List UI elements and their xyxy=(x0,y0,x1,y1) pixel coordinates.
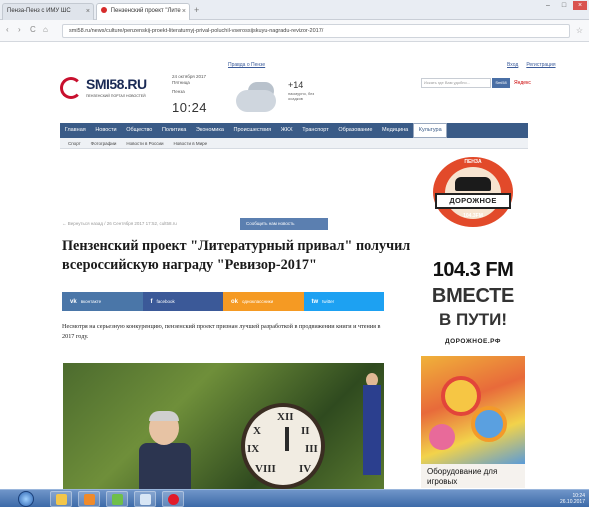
twitter-icon: tw xyxy=(311,299,319,305)
submenu-item-photos[interactable]: Фотографии xyxy=(91,141,127,146)
share-vk-button[interactable]: vk вконтакте xyxy=(62,292,143,311)
submenu-item-russia[interactable]: Новости в России xyxy=(126,141,173,146)
share-label: одноклассники xyxy=(242,299,274,304)
forward-icon[interactable]: › xyxy=(18,25,21,34)
favicon-icon xyxy=(101,7,107,14)
radio-frequency: 104.3 FM xyxy=(432,259,514,281)
window-controls: – □ × xyxy=(541,1,587,10)
media-taskbar-icon[interactable] xyxy=(78,491,100,507)
car-icon xyxy=(455,177,491,191)
share-label: facebook xyxy=(156,299,175,304)
register-link[interactable]: Регистрация xyxy=(526,62,555,68)
minimize-icon[interactable]: – xyxy=(541,1,555,10)
tab-title: Пенза-Пенз с ИМУ ШС xyxy=(7,8,71,14)
browser-tab[interactable]: Пенза-Пенз с ИМУ ШС × xyxy=(2,3,94,20)
login-link[interactable]: Вход xyxy=(507,62,518,68)
odnoklassniki-icon: ok xyxy=(231,299,239,305)
menu-item-society[interactable]: Общество xyxy=(121,123,157,138)
close-tab-icon[interactable]: × xyxy=(86,4,90,19)
equipment-ad-banner[interactable]: Оборудование для игровых xyxy=(421,356,525,488)
radio-slogan-1: ВМЕСТЕ xyxy=(431,285,515,307)
sub-menu: Спорт Фотографии Новости в России Новост… xyxy=(60,138,528,149)
window-taskbar-icon[interactable] xyxy=(134,491,156,507)
equipment-ad-text: Оборудование для игровых xyxy=(427,467,498,486)
logo-mark-icon xyxy=(60,77,82,99)
top-link[interactable]: Правда о Пензе xyxy=(228,62,265,68)
weather-temp: +14 xyxy=(288,80,304,90)
article-photo: XII X IX II III VIII IV xyxy=(63,363,384,489)
site-logo[interactable]: SMI58.RU ПЕНЗЕНСКИЙ ПОРТАЛ НОВОСТЕЙ xyxy=(60,75,155,103)
weather-desc: пасмурно, без осадков xyxy=(288,91,315,101)
url-text: smi58.ru/news/culture/penzenskij-proekt-… xyxy=(69,28,324,34)
photo-clock: XII X IX II III VIII IV xyxy=(241,403,325,489)
browser-tab-active[interactable]: Пензенский проект "Лите × xyxy=(96,3,190,20)
menu-item-transport[interactable]: Транспорт xyxy=(297,123,333,138)
main-menu: Главная Новости Общество Политика Эконом… xyxy=(60,123,528,138)
menu-item-home[interactable]: Главная xyxy=(60,123,91,138)
article-title: Пензенский проект "Литературный привал" … xyxy=(62,238,411,273)
bookmark-icon[interactable]: ☆ xyxy=(576,26,583,35)
opera-taskbar-icon[interactable] xyxy=(162,491,184,507)
logo-tagline: ПЕНЗЕНСКИЙ ПОРТАЛ НОВОСТЕЙ xyxy=(86,94,146,98)
weekday-text: Пятница xyxy=(172,80,190,85)
explorer-taskbar-icon[interactable] xyxy=(50,491,72,507)
system-tray: 10:24 26.10.2017 xyxy=(560,493,585,505)
photo-man xyxy=(139,411,191,489)
facebook-icon: f xyxy=(150,299,153,305)
article-lead: Несмотря на серьезную конкуренцию, пензе… xyxy=(62,323,381,340)
menu-item-culture[interactable]: Культура xyxy=(412,123,448,138)
radio-small-freq: 104.3FM xyxy=(463,213,483,219)
home-icon[interactable]: ⌂ xyxy=(43,25,48,34)
menu-item-education[interactable]: Образование xyxy=(334,123,378,138)
maximize-icon[interactable]: □ xyxy=(557,1,571,10)
tab-title: Пензенский проект "Лите xyxy=(110,8,181,14)
share-bar: vk вконтакте f facebook ok одноклассники tw… xyxy=(62,292,384,311)
close-window-icon[interactable]: × xyxy=(573,1,587,10)
back-icon[interactable]: ‹ xyxy=(6,25,9,34)
submenu-item-world[interactable]: Новости в Мире xyxy=(174,141,218,146)
radio-slogan-2: В ПУТИ! xyxy=(438,310,508,329)
new-tab-icon[interactable]: + xyxy=(194,5,199,15)
search-input[interactable]: Искать где Вам удобно... xyxy=(421,78,491,88)
date-block: 24 октября 2017 Пятница Пенза xyxy=(172,74,206,95)
breadcrumb[interactable]: ← Вернуться назад / 26 Сентября 2017 17:… xyxy=(62,221,177,226)
tray-date: 26.10.2017 xyxy=(559,499,585,505)
menu-item-politics[interactable]: Политика xyxy=(157,123,191,138)
menu-item-medicine[interactable]: Медицина xyxy=(377,123,413,138)
user-links: Вход Регистрация xyxy=(507,62,556,68)
radio-plate: ДОРОЖНОЕ xyxy=(435,193,511,209)
vk-icon: vk xyxy=(70,299,77,305)
report-news-button[interactable]: Сообщить нам новость xyxy=(240,218,328,230)
close-tab-icon[interactable]: × xyxy=(182,4,186,19)
city-text: Пенза xyxy=(172,89,185,94)
search-button[interactable]: Smi58 xyxy=(492,78,510,88)
url-field[interactable]: smi58.ru/news/culture/penzenskij-proekt-… xyxy=(62,24,570,38)
menu-item-incidents[interactable]: Происшествия xyxy=(229,123,276,138)
radio-badge-text: ПЕНЗА xyxy=(464,159,482,165)
share-twitter-button[interactable]: tw twitter xyxy=(303,292,384,311)
yandex-label: Яндекс xyxy=(514,80,531,86)
address-bar-row: ‹ › C ⌂ smi58.ru/news/culture/penzenskij… xyxy=(0,20,589,42)
weather-cloud-icon xyxy=(230,78,284,118)
taskbar: 10:24 26.10.2017 xyxy=(0,489,589,507)
clock-time: 10:24 xyxy=(172,100,208,115)
share-label: вконтакте xyxy=(80,299,102,304)
menu-item-news[interactable]: Новости xyxy=(91,123,122,138)
playground-image xyxy=(421,356,525,464)
menu-item-economy[interactable]: Экономика xyxy=(191,123,229,138)
radio-site: ДОРОЖНОЕ.РФ xyxy=(445,338,501,345)
share-ok-button[interactable]: ok одноклассники xyxy=(223,292,304,311)
menu-item-housing[interactable]: ЖКХ xyxy=(276,123,298,138)
reload-icon[interactable]: C xyxy=(30,25,36,34)
start-button[interactable] xyxy=(18,491,34,507)
app-taskbar-icon[interactable] xyxy=(106,491,128,507)
share-label: twitter xyxy=(322,299,335,304)
share-facebook-button[interactable]: f facebook xyxy=(142,292,223,311)
radio-ad-banner[interactable]: ПЕНЗА ДОРОЖНОЕ 104.3FM 104.3 FM ВМЕСТЕ В… xyxy=(421,155,525,350)
report-button-label: Сообщить нам новость xyxy=(246,221,295,226)
browser-tab-strip: Пенза-Пенз с ИМУ ШС × Пензенский проект … xyxy=(0,0,589,20)
submenu-item-sport[interactable]: Спорт xyxy=(68,141,91,146)
logo-name: SMI58.RU xyxy=(86,76,147,92)
